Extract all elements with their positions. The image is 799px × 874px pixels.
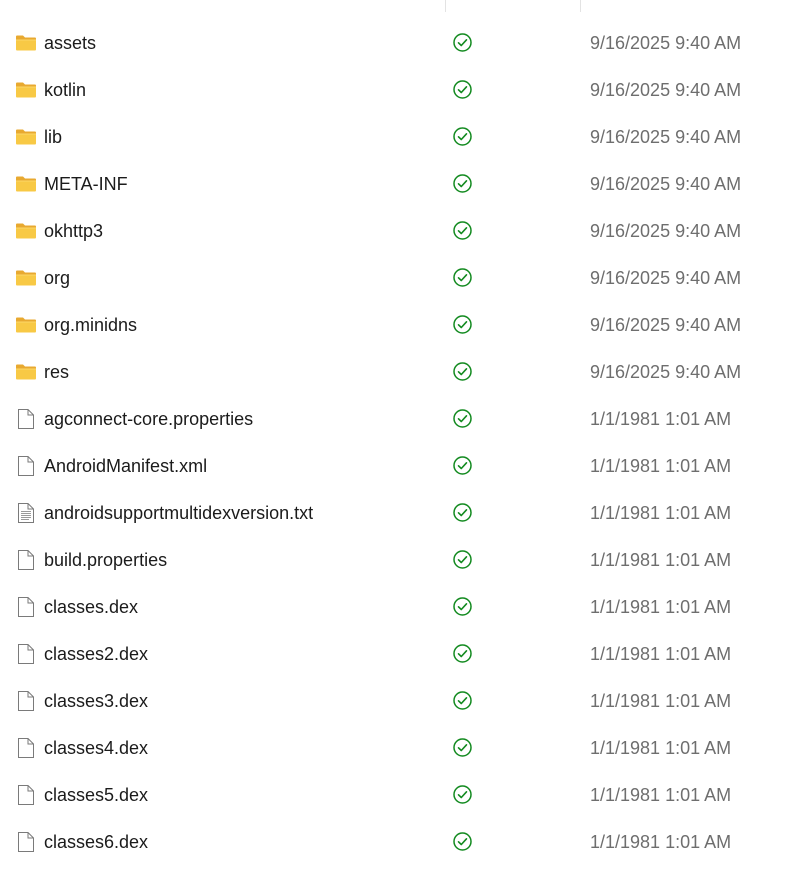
date-modified: 9/16/2025 9:40 AM: [590, 362, 742, 382]
date-modified: 9/16/2025 9:40 AM: [590, 80, 742, 100]
folder-icon: [15, 173, 37, 195]
file-icon: [15, 549, 37, 571]
folder-icon: [15, 79, 37, 101]
file-name: classes.dex: [44, 597, 139, 617]
file-name: classes6.dex: [44, 832, 149, 852]
synced-check-icon: [452, 549, 473, 570]
file-row[interactable]: assets 9/16/2025 9:40 AM: [0, 20, 799, 67]
status-column-divider[interactable]: [445, 0, 446, 12]
folder-icon: [15, 126, 37, 148]
date-modified: 1/1/1981 1:01 AM: [590, 409, 732, 429]
file-row[interactable]: classes4.dex 1/1/1981 1:01 AM: [0, 725, 799, 772]
file-row[interactable]: org 9/16/2025 9:40 AM: [0, 255, 799, 302]
file-list: assets 9/16/2025 9:40 AM kotlin 9/16/2025 9…: [0, 20, 799, 866]
date-modified: 1/1/1981 1:01 AM: [590, 738, 732, 758]
file-name: assets: [44, 33, 97, 53]
synced-check-icon: [452, 831, 473, 852]
file-icon: [15, 831, 37, 853]
synced-check-icon: [452, 79, 473, 100]
file-row[interactable]: classes5.dex 1/1/1981 1:01 AM: [0, 772, 799, 819]
folder-icon: [15, 361, 37, 383]
synced-check-icon: [452, 502, 473, 523]
file-name: classes2.dex: [44, 644, 149, 664]
file-icon: [15, 690, 37, 712]
file-row[interactable]: META-INF 9/16/2025 9:40 AM: [0, 161, 799, 208]
file-name: classes5.dex: [44, 785, 149, 805]
file-name: classes4.dex: [44, 738, 149, 758]
file-name: build.properties: [44, 550, 168, 570]
date-modified: 1/1/1981 1:01 AM: [590, 503, 732, 523]
synced-check-icon: [452, 408, 473, 429]
date-modified: 9/16/2025 9:40 AM: [590, 221, 742, 241]
file-icon: [15, 784, 37, 806]
file-icon: [15, 737, 37, 759]
synced-check-icon: [452, 361, 473, 382]
file-name: org: [44, 268, 71, 288]
file-row[interactable]: classes3.dex 1/1/1981 1:01 AM: [0, 678, 799, 725]
file-row[interactable]: androidsupportmultidexversion.txt 1/1/198…: [0, 490, 799, 537]
file-row[interactable]: build.properties 1/1/1981 1:01 AM: [0, 537, 799, 584]
file-name: classes3.dex: [44, 691, 149, 711]
file-row[interactable]: kotlin 9/16/2025 9:40 AM: [0, 67, 799, 114]
folder-icon: [15, 314, 37, 336]
file-icon: [15, 408, 37, 430]
date-modified: 1/1/1981 1:01 AM: [590, 785, 732, 805]
file-name: res: [44, 362, 70, 382]
date-column-divider[interactable]: [580, 0, 581, 12]
date-modified: 9/16/2025 9:40 AM: [590, 127, 742, 147]
synced-check-icon: [452, 314, 473, 335]
synced-check-icon: [452, 643, 473, 664]
synced-check-icon: [452, 173, 473, 194]
file-row[interactable]: okhttp3 9/16/2025 9:40 AM: [0, 208, 799, 255]
file-row[interactable]: org.minidns 9/16/2025 9:40 AM: [0, 302, 799, 349]
file-name: AndroidManifest.xml: [44, 456, 208, 476]
synced-check-icon: [452, 455, 473, 476]
synced-check-icon: [452, 784, 473, 805]
file-row[interactable]: res 9/16/2025 9:40 AM: [0, 349, 799, 396]
column-header-strip: [0, 0, 799, 12]
synced-check-icon: [452, 596, 473, 617]
date-modified: 1/1/1981 1:01 AM: [590, 597, 732, 617]
synced-check-icon: [452, 126, 473, 147]
file-name: kotlin: [44, 80, 87, 100]
file-name: META-INF: [44, 174, 128, 194]
date-modified: 1/1/1981 1:01 AM: [590, 550, 732, 570]
file-name: androidsupportmultidexversion.txt: [44, 503, 314, 523]
date-modified: 9/16/2025 9:40 AM: [590, 33, 742, 53]
file-row[interactable]: classes2.dex 1/1/1981 1:01 AM: [0, 631, 799, 678]
file-name: okhttp3: [44, 221, 104, 241]
date-modified: 9/16/2025 9:40 AM: [590, 174, 742, 194]
file-icon: [15, 596, 37, 618]
file-icon: [15, 455, 37, 477]
file-row[interactable]: lib 9/16/2025 9:40 AM: [0, 114, 799, 161]
synced-check-icon: [452, 690, 473, 711]
file-icon: [15, 643, 37, 665]
date-modified: 1/1/1981 1:01 AM: [590, 644, 732, 664]
synced-check-icon: [452, 32, 473, 53]
date-modified: 1/1/1981 1:01 AM: [590, 832, 732, 852]
file-row[interactable]: classes6.dex 1/1/1981 1:01 AM: [0, 819, 799, 866]
synced-check-icon: [452, 737, 473, 758]
file-row[interactable]: classes.dex 1/1/1981 1:01 AM: [0, 584, 799, 631]
folder-icon: [15, 32, 37, 54]
folder-icon: [15, 220, 37, 242]
date-modified: 9/16/2025 9:40 AM: [590, 268, 742, 288]
synced-check-icon: [452, 220, 473, 241]
file-name: org.minidns: [44, 315, 138, 335]
file-name: agconnect-core.properties: [44, 409, 254, 429]
file-name: lib: [44, 127, 63, 147]
folder-icon: [15, 267, 37, 289]
date-modified: 1/1/1981 1:01 AM: [590, 691, 732, 711]
file-row[interactable]: AndroidManifest.xml 1/1/1981 1:01 AM: [0, 443, 799, 490]
file-row[interactable]: agconnect-core.properties 1/1/1981 1:01 A…: [0, 396, 799, 443]
text-file-icon: [15, 502, 37, 524]
synced-check-icon: [452, 267, 473, 288]
date-modified: 9/16/2025 9:40 AM: [590, 315, 742, 335]
date-modified: 1/1/1981 1:01 AM: [590, 456, 732, 476]
